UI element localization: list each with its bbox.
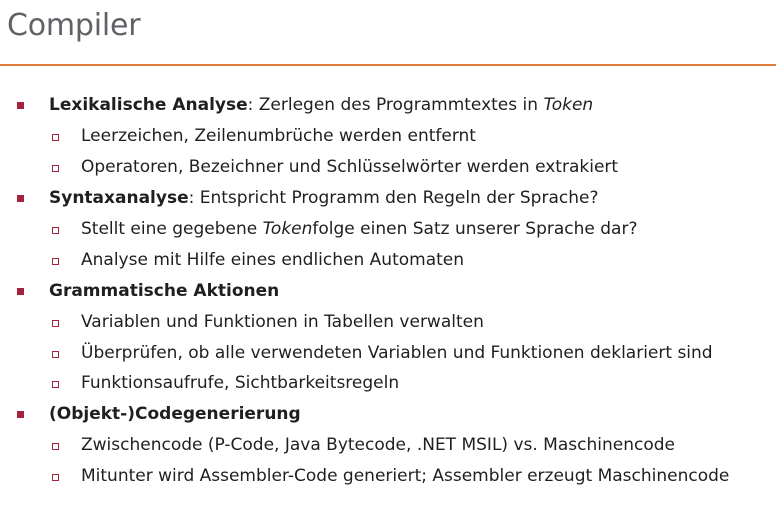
bullet-text: Syntaxanalyse: Entspricht Programm den R… [49, 185, 599, 211]
square-bullet-icon [17, 288, 24, 295]
sub-bullet-item: Funktionsaufrufe, Sichtbarkeitsregeln [0, 370, 776, 396]
sub-bullet-item: Operatoren, Bezeichner und Schlüsselwört… [0, 154, 776, 180]
bullet-heading: Grammatische Aktionen [49, 281, 280, 301]
bullet-heading: (Objekt-)Codegenerierung [49, 404, 301, 424]
bullet-text: Grammatische Aktionen [49, 278, 279, 304]
sub-bullet-item: Analyse mit Hilfe eines endlichen Automa… [0, 247, 776, 273]
bullet-description: : Entspricht Programm den Regeln der Spr… [188, 188, 599, 208]
bullet-text: (Objekt-)Codegenerierung [49, 401, 301, 427]
sub-bullet-text: Stellt eine gegebene Tokenfolge einen Sa… [81, 216, 638, 242]
bullet-heading: Lexikalische Analyse [49, 95, 248, 115]
bullet-item: Syntaxanalyse: Entspricht Programm den R… [0, 185, 776, 211]
bullet-item: Grammatische Aktionen [0, 278, 776, 304]
hollow-square-bullet-icon [52, 351, 59, 358]
sub-bullet-text: Leerzeichen, Zeilenumbrüche werden entfe… [81, 126, 476, 146]
sub-bullet-item: Variablen und Funktionen in Tabellen ver… [0, 309, 776, 335]
bullet-description: : Zerlegen des Programmtextes in [247, 95, 544, 115]
bullet-text: Lexikalische Analyse: Zerlegen des Progr… [49, 92, 593, 118]
hollow-square-bullet-icon [52, 381, 59, 388]
sub-bullet-text: Überprüfen, ob alle verwendeten Variable… [81, 343, 713, 363]
sub-bullet-text: Funktionsaufrufe, Sichtbarkeitsregeln [81, 373, 400, 393]
square-bullet-icon [17, 195, 24, 202]
bullet-item: Lexikalische Analyse: Zerlegen des Progr… [0, 92, 776, 118]
sub-bullet-item: Leerzeichen, Zeilenumbrüche werden entfe… [0, 123, 776, 149]
sub-bullet-emphasis: Token [262, 219, 313, 239]
sub-bullet-text-part: Stellt eine gegebene [81, 219, 263, 239]
square-bullet-icon [17, 102, 24, 109]
sub-bullet-text: Operatoren, Bezeichner und Schlüsselwört… [81, 157, 619, 177]
sub-bullet-item: Mitunter wird Assembler-Code generiert; … [0, 463, 776, 489]
bullet-item: (Objekt-)Codegenerierung [0, 401, 776, 427]
bullet-heading: Syntaxanalyse [49, 188, 189, 208]
sub-bullet-text: Mitunter wird Assembler-Code generiert; … [81, 466, 730, 486]
bullet-emphasis: Token [543, 95, 594, 115]
hollow-square-bullet-icon [52, 134, 59, 141]
hollow-square-bullet-icon [52, 227, 59, 234]
hollow-square-bullet-icon [52, 258, 59, 265]
hollow-square-bullet-icon [52, 443, 59, 450]
slide-title: Compiler [7, 8, 141, 43]
square-bullet-icon [17, 411, 24, 418]
title-divider [0, 64, 776, 66]
sub-bullet-text-part: folge einen Satz unserer Sprache dar? [312, 219, 638, 239]
hollow-square-bullet-icon [52, 165, 59, 172]
hollow-square-bullet-icon [52, 474, 59, 481]
hollow-square-bullet-icon [52, 320, 59, 327]
sub-bullet-text: Variablen und Funktionen in Tabellen ver… [81, 312, 484, 332]
sub-bullet-text: Zwischencode (P-Code, Java Bytecode, .NE… [81, 435, 675, 455]
sub-bullet-item: Stellt eine gegebene Tokenfolge einen Sa… [0, 216, 776, 242]
sub-bullet-item: Überprüfen, ob alle verwendeten Variable… [0, 340, 776, 366]
sub-bullet-text: Analyse mit Hilfe eines endlichen Automa… [81, 250, 465, 270]
sub-bullet-item: Zwischencode (P-Code, Java Bytecode, .NE… [0, 432, 776, 458]
